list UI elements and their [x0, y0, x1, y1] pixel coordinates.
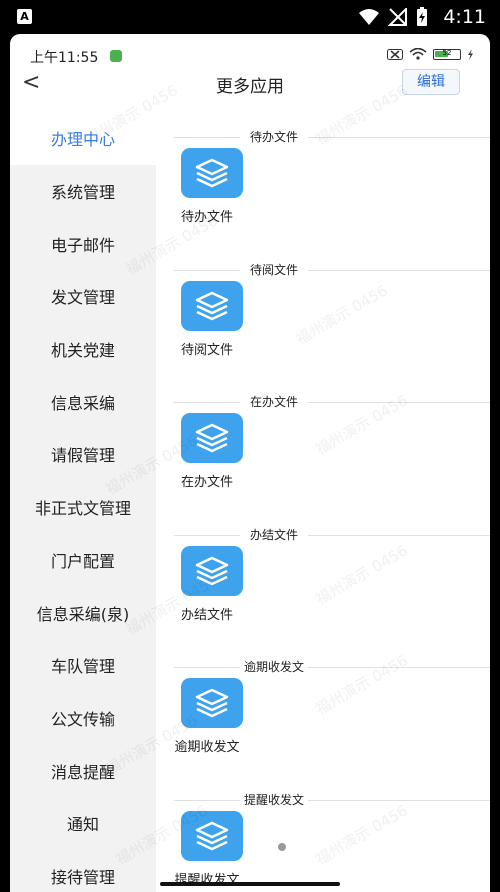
sidebar-item[interactable]: 公文传输: [10, 692, 156, 745]
section-divider: [308, 534, 490, 536]
section-header: 逾期收发文: [174, 658, 490, 676]
charging-bolt-icon: [468, 48, 473, 60]
sidebar-item[interactable]: 请假管理: [10, 428, 156, 481]
sidebar-item[interactable]: 系统管理: [10, 165, 156, 218]
section-divider: [308, 667, 490, 668]
sidebar-item[interactable]: 接待管理: [10, 850, 156, 892]
battery-charging-icon: [417, 7, 427, 26]
app-tile[interactable]: 办结文件: [170, 545, 244, 623]
app-window: 上午11:55 52 < 更多应用 编辑 办理中心 系统管理 电子邮件 发文管理 机关党…: [10, 34, 490, 892]
section-header: 办结文件: [174, 526, 490, 544]
app-tile-label: 待办文件: [180, 210, 233, 225]
section-header: 提醒收发文: [174, 791, 490, 809]
app-tile[interactable]: 逾期收发文: [170, 678, 244, 755]
sim-off-icon: [387, 48, 403, 60]
battery-indicator: 52: [433, 48, 461, 60]
layers-icon: [181, 148, 243, 198]
section-header: 在办文件: [174, 393, 490, 411]
sidebar-item[interactable]: 车队管理: [10, 639, 156, 692]
sidebar-item[interactable]: 信息采编: [10, 375, 156, 428]
category-sidebar: 办理中心 系统管理 电子邮件 发文管理 机关党建 信息采编 请假管理 非正式文管理 门户配置 信息…: [10, 112, 156, 892]
notification-a-icon: A: [17, 9, 32, 24]
app-notification-icon: [110, 50, 122, 62]
app-list-content: 待办文件 待办文件 待阅文件 待阅文件 在办文件 在办文件 办结文件 办结文件 逾期收发文 逾期收…: [156, 112, 490, 892]
sidebar-item[interactable]: 消息提醒: [10, 744, 156, 797]
sidebar-item[interactable]: 通知: [10, 797, 156, 850]
wifi-small-icon: [409, 48, 427, 60]
scroll-indicator: [278, 843, 286, 851]
no-signal-icon: [388, 8, 407, 26]
sidebar-item[interactable]: 机关党建: [10, 323, 156, 376]
wifi-icon: [359, 9, 379, 25]
app-tile-label: 办结文件: [180, 607, 233, 623]
app-tile[interactable]: 待办文件: [170, 148, 244, 225]
section-divider: [308, 799, 490, 801]
app-tile[interactable]: 提醒收发文: [170, 810, 244, 888]
app-tile-label: 在办文件: [180, 475, 233, 490]
section-header: 待阅文件: [174, 261, 490, 279]
system-time: 4:11: [443, 6, 486, 28]
system-status-bar: A 4:11: [0, 0, 500, 34]
navigation-bar: < 更多应用 编辑: [10, 64, 490, 104]
sidebar-item[interactable]: 办理中心: [10, 112, 156, 165]
app-tile-label: 逾期收发文: [174, 740, 240, 755]
home-indicator: [160, 882, 340, 886]
system-indicators: [358, 6, 428, 28]
app-status-indicators: 52: [387, 48, 474, 60]
section-divider: [308, 137, 490, 138]
sidebar-item[interactable]: 门户配置: [10, 534, 156, 587]
layers-icon: [181, 678, 243, 728]
sidebar-item[interactable]: 电子邮件: [10, 217, 156, 270]
section-header: 待办文件: [174, 128, 490, 146]
section-divider: [308, 402, 490, 403]
sidebar-item[interactable]: 非正式文管理: [10, 481, 156, 534]
layers-icon: [181, 280, 243, 331]
app-tile[interactable]: 待阅文件: [170, 280, 244, 358]
sidebar-item[interactable]: 发文管理: [10, 270, 156, 323]
app-tile[interactable]: 在办文件: [170, 413, 244, 490]
app-tile-label: 待阅文件: [180, 342, 233, 358]
layers-icon: [181, 545, 243, 596]
layers-icon: [181, 810, 243, 861]
sidebar-item[interactable]: 信息采编(泉): [10, 586, 156, 639]
app-status-bar: 上午11:55 52: [10, 34, 490, 66]
battery-percent: 52: [442, 48, 452, 57]
section-divider: [308, 269, 490, 271]
edit-button[interactable]: 编辑: [402, 69, 460, 95]
layers-icon: [181, 413, 243, 463]
